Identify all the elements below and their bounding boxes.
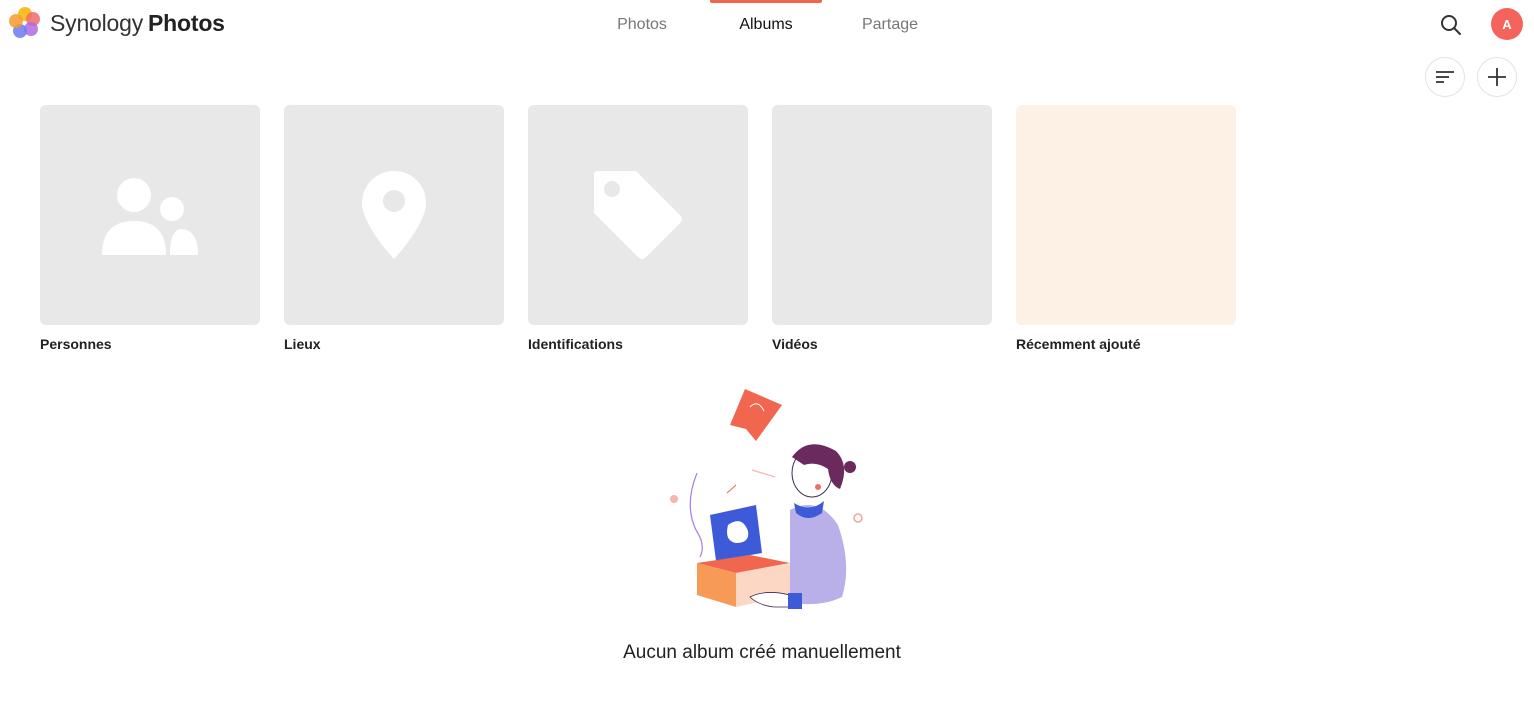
album-lieux[interactable]: Lieux <box>284 105 504 352</box>
brand-bold: Photos <box>148 9 225 36</box>
album-label: Personnes <box>40 336 112 352</box>
empty-state-message: Aucun album créé manuellement <box>623 642 901 663</box>
search-button[interactable] <box>1436 10 1466 40</box>
album-label: Identifications <box>528 336 623 352</box>
tag-icon <box>594 171 682 259</box>
album-identifications[interactable]: Identifications <box>528 105 748 352</box>
album-cover <box>40 105 260 325</box>
location-pin-icon <box>362 171 426 259</box>
add-album-button[interactable] <box>1477 57 1517 97</box>
app-logo[interactable]: Synology Photos <box>8 6 225 40</box>
brand-light: Synology <box>50 9 144 36</box>
album-cover-collage <box>1016 105 1236 325</box>
sort-button[interactable] <box>1425 57 1465 97</box>
people-icon <box>102 178 198 255</box>
sort-icon <box>1436 71 1454 83</box>
album-personnes[interactable]: Personnes <box>40 105 260 352</box>
tab-albums[interactable]: Albums <box>704 0 828 50</box>
album-cover <box>528 105 748 325</box>
album-label: Récemment ajouté <box>1016 336 1141 352</box>
plus-icon <box>1488 68 1506 86</box>
album-label: Vidéos <box>772 336 818 352</box>
empty-state: Aucun album créé manuellement <box>560 385 964 663</box>
tab-partage[interactable]: Partage <box>828 0 952 50</box>
albums-grid: Personnes Lieux Identifications Vidéos R… <box>40 105 1236 352</box>
album-cover <box>284 105 504 325</box>
main-tabs: Photos Albums Partage <box>580 0 952 50</box>
top-bar: Synology Photos Photos Albums Partage A <box>0 0 1534 50</box>
album-recemment-ajoute[interactable]: Récemment ajouté <box>1016 105 1236 352</box>
empty-albums-illustration <box>670 389 863 609</box>
album-label: Lieux <box>284 336 321 352</box>
album-videos[interactable]: Vidéos <box>772 105 992 352</box>
tab-photos[interactable]: Photos <box>580 0 704 50</box>
synology-photos-logo-icon <box>8 6 42 40</box>
search-icon <box>1441 15 1461 35</box>
app-title: Synology Photos <box>50 10 225 37</box>
user-avatar[interactable]: A <box>1491 8 1523 40</box>
album-cover <box>772 105 992 325</box>
